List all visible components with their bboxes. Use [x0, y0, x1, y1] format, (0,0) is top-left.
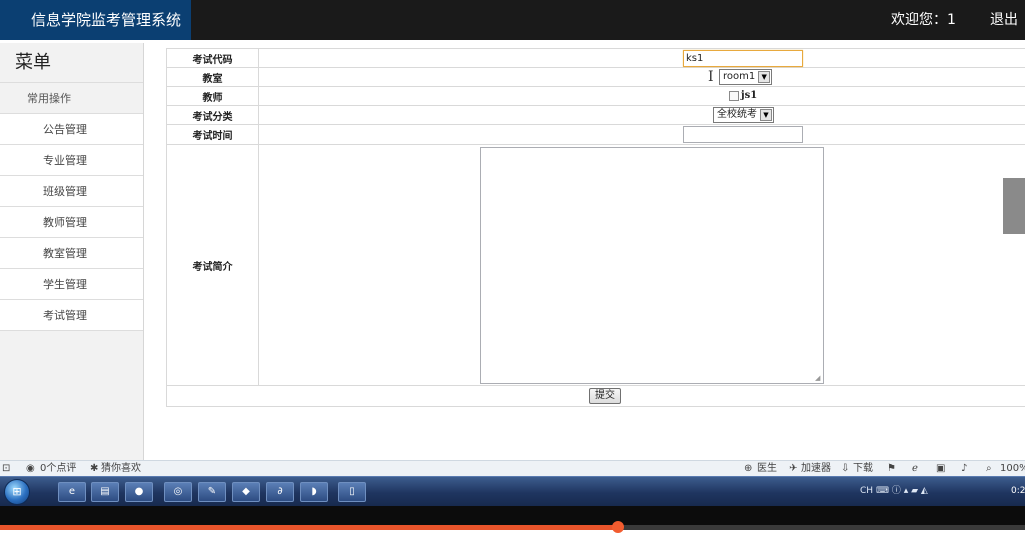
- sidebar-item-majors[interactable]: 专业管理: [0, 145, 143, 176]
- progress-track[interactable]: [0, 521, 1025, 533]
- sidebar-item-announcements[interactable]: 公告管理: [0, 114, 143, 145]
- exam-category-selected-value: 全校统考: [717, 109, 757, 120]
- chevron-down-icon: ▼: [758, 71, 771, 83]
- tools-icon[interactable]: ✎: [198, 482, 226, 502]
- exam-code-label: 考试代码: [166, 48, 259, 68]
- keyboard-icon[interactable]: ⌨: [876, 486, 889, 496]
- network-icon[interactable]: ▰: [911, 486, 918, 496]
- teacher-checkbox[interactable]: [729, 90, 739, 101]
- accelerator-link[interactable]: 加速器: [801, 462, 831, 476]
- download-link[interactable]: 下载: [853, 462, 873, 476]
- zoom-icon[interactable]: ⌕: [986, 462, 992, 476]
- text-cursor-icon: I: [708, 69, 714, 85]
- resize-grip-icon[interactable]: ◢: [815, 375, 822, 382]
- document-icon[interactable]: ▯: [338, 482, 366, 502]
- teacher-label: 教师: [166, 86, 259, 106]
- download-icon: ⇩: [841, 463, 850, 474]
- browser-status-bar: ⊡ ◉ 0个点评 ✱ 猜你喜欢 ⊕ 医生 ✈ 加速器 ⇩ 下载 ⚑ ℯ ▣ ♪ …: [0, 460, 1025, 476]
- guess-you-like[interactable]: 猜你喜欢: [101, 462, 141, 476]
- exam-category-label: 考试分类: [166, 105, 259, 125]
- zoom-level[interactable]: 100%: [1000, 462, 1025, 476]
- submit-button[interactable]: 提交: [589, 388, 621, 404]
- teacher-option-label: js1: [741, 90, 758, 101]
- chevron-down-icon: ▼: [760, 109, 772, 121]
- menu-title: 菜单: [0, 43, 143, 83]
- guess-icon: ✱: [90, 463, 99, 474]
- accelerator-icon: ✈: [789, 463, 798, 474]
- window-icon[interactable]: ▣: [936, 462, 945, 476]
- taskbar: ⊞ e ▤ ● ◎ ✎ ◆ ∂ ◗ ▯ CH ⌨ ⓘ ▴ ▰ ◭ 0:2: [0, 476, 1025, 506]
- sound-icon[interactable]: ♪: [961, 462, 967, 476]
- logout-link[interactable]: 退出: [990, 0, 1018, 40]
- help-icon[interactable]: ⓘ: [892, 486, 901, 496]
- sidebar-item-students[interactable]: 学生管理: [0, 269, 143, 300]
- exam-intro-label: 考试简介: [166, 144, 259, 386]
- top-bar: 信息学院监考管理系统 欢迎您：1 退出: [0, 0, 1025, 40]
- exam-time-label: 考试时间: [166, 124, 259, 145]
- system-tray: CH ⌨ ⓘ ▴ ▰ ◭: [860, 483, 928, 499]
- exam-intro-textarea[interactable]: ◢: [480, 147, 824, 384]
- sidebar: 菜单 常用操作 公告管理 专业管理 班级管理 教师管理 教室管理 学生管理 考试…: [0, 43, 144, 460]
- exam-category-select[interactable]: 全校统考 ▼: [713, 107, 774, 123]
- sidebar-item-teachers[interactable]: 教师管理: [0, 207, 143, 238]
- comment-icon: ◉: [26, 463, 35, 474]
- doctor-icon: ⊕: [744, 463, 753, 474]
- volume-icon[interactable]: ◭: [921, 486, 928, 496]
- language-indicator[interactable]: CH: [860, 486, 873, 496]
- exam-code-input[interactable]: ks1: [683, 50, 803, 67]
- sidebar-item-classrooms[interactable]: 教室管理: [0, 238, 143, 269]
- explorer-icon[interactable]: ▤: [91, 482, 119, 502]
- browser-logo-icon[interactable]: ℯ: [912, 462, 918, 476]
- editor-icon[interactable]: ∂: [266, 482, 294, 502]
- classroom-selected-value: room1: [723, 71, 756, 82]
- ie-icon[interactable]: e: [58, 482, 86, 502]
- taskbar-clock[interactable]: 0:2: [1011, 483, 1025, 499]
- side-feedback-tab[interactable]: [1003, 178, 1025, 234]
- expand-icon[interactable]: ⊡: [2, 462, 10, 476]
- app-title: 信息学院监考管理系统: [0, 0, 191, 40]
- classroom-label: 教室: [166, 67, 259, 87]
- book-icon[interactable]: ◆: [232, 482, 260, 502]
- video-player-bar: [0, 506, 1025, 533]
- comments-count[interactable]: 0个点评: [40, 462, 76, 476]
- progress-knob[interactable]: [612, 521, 625, 533]
- progress-fill: [0, 525, 619, 530]
- browser-icon[interactable]: ◎: [164, 482, 192, 502]
- doctor-link[interactable]: 医生: [757, 462, 777, 476]
- start-button[interactable]: ⊞: [4, 479, 30, 505]
- flag-icon[interactable]: ⚑: [887, 462, 896, 476]
- sidebar-item-exams[interactable]: 考试管理: [0, 300, 143, 331]
- classroom-select[interactable]: room1 ▼: [719, 69, 773, 85]
- exam-form: 考试代码 ks1 教室 I room1 ▼ 教师 js1 考试分类 全校统考 ▼: [166, 48, 1025, 407]
- sidebar-item-classes[interactable]: 班级管理: [0, 176, 143, 207]
- tray-expand-icon[interactable]: ▴: [904, 486, 909, 496]
- menu-group-common[interactable]: 常用操作: [0, 83, 143, 114]
- exam-time-input[interactable]: [683, 126, 803, 143]
- welcome-text: 欢迎您：1: [891, 12, 956, 28]
- media-icon[interactable]: ●: [125, 482, 153, 502]
- ide-icon[interactable]: ◗: [300, 482, 328, 502]
